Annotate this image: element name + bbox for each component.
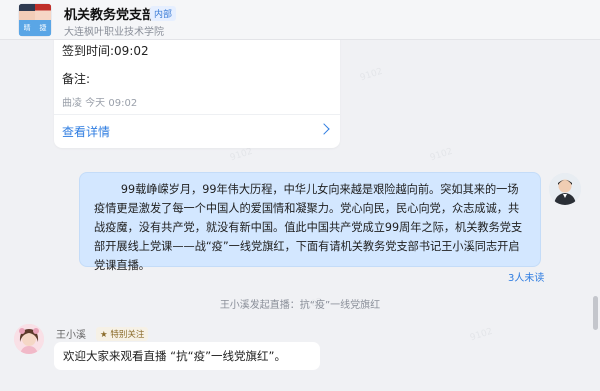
special-follow-tag: ★ 特别关注 <box>96 327 149 341</box>
member-avatar <box>35 4 51 20</box>
person-avatar-icon <box>549 173 581 205</box>
chat-header: 晴 捷 机关教务党支部 内部 大连枫叶职业技术学院 <box>0 0 600 40</box>
member-avatar <box>19 4 35 20</box>
scrollbar[interactable] <box>593 296 598 330</box>
member-avatar: 捷 <box>35 20 51 36</box>
my-avatar[interactable] <box>549 173 581 205</box>
chevron-right-icon[interactable] <box>318 123 330 135</box>
unread-count[interactable]: 3人未读 <box>508 269 544 284</box>
member-avatar: 晴 <box>19 20 35 36</box>
watermark: 9102 <box>429 146 454 164</box>
incoming-message-bubble[interactable]: 欢迎大家来观看直播 “抗“疫”一线党旗红”。 <box>54 342 320 370</box>
view-details-link[interactable]: 查看详情 <box>62 123 110 140</box>
checkin-card[interactable]: 签到时间:09:02 备注: 曲凌 今天 09:02 查看详情 <box>54 30 340 148</box>
checkin-time: 签到时间:09:02 <box>62 44 149 58</box>
organization-name: 大连枫叶职业技术学院 <box>64 27 164 38</box>
watermark: 9102 <box>469 326 494 344</box>
system-message: 王小溪发起直播：抗“疫”一线党旗红 <box>219 300 381 311</box>
remark-label: 备注: <box>62 72 91 86</box>
group-avatar[interactable]: 晴 捷 <box>18 3 52 37</box>
watermark: 9102 <box>229 146 254 164</box>
card-meta: 曲凌 今天 09:02 <box>62 98 138 109</box>
my-message-bubble[interactable]: 99载峥嵘岁月，99年伟大历程，中华儿女向来越是艰险越向前。突如其来的一场疫情更… <box>79 172 541 272</box>
internal-tag: 内部 <box>150 6 177 21</box>
card-divider <box>54 114 340 115</box>
special-follow-label: 特别关注 <box>110 330 145 340</box>
person-avatar-icon <box>14 324 44 354</box>
sender-avatar[interactable] <box>14 324 44 354</box>
group-name[interactable]: 机关教务党支部 <box>64 4 155 23</box>
sender-name: 王小溪 <box>56 330 86 341</box>
watermark: 9102 <box>359 66 384 84</box>
